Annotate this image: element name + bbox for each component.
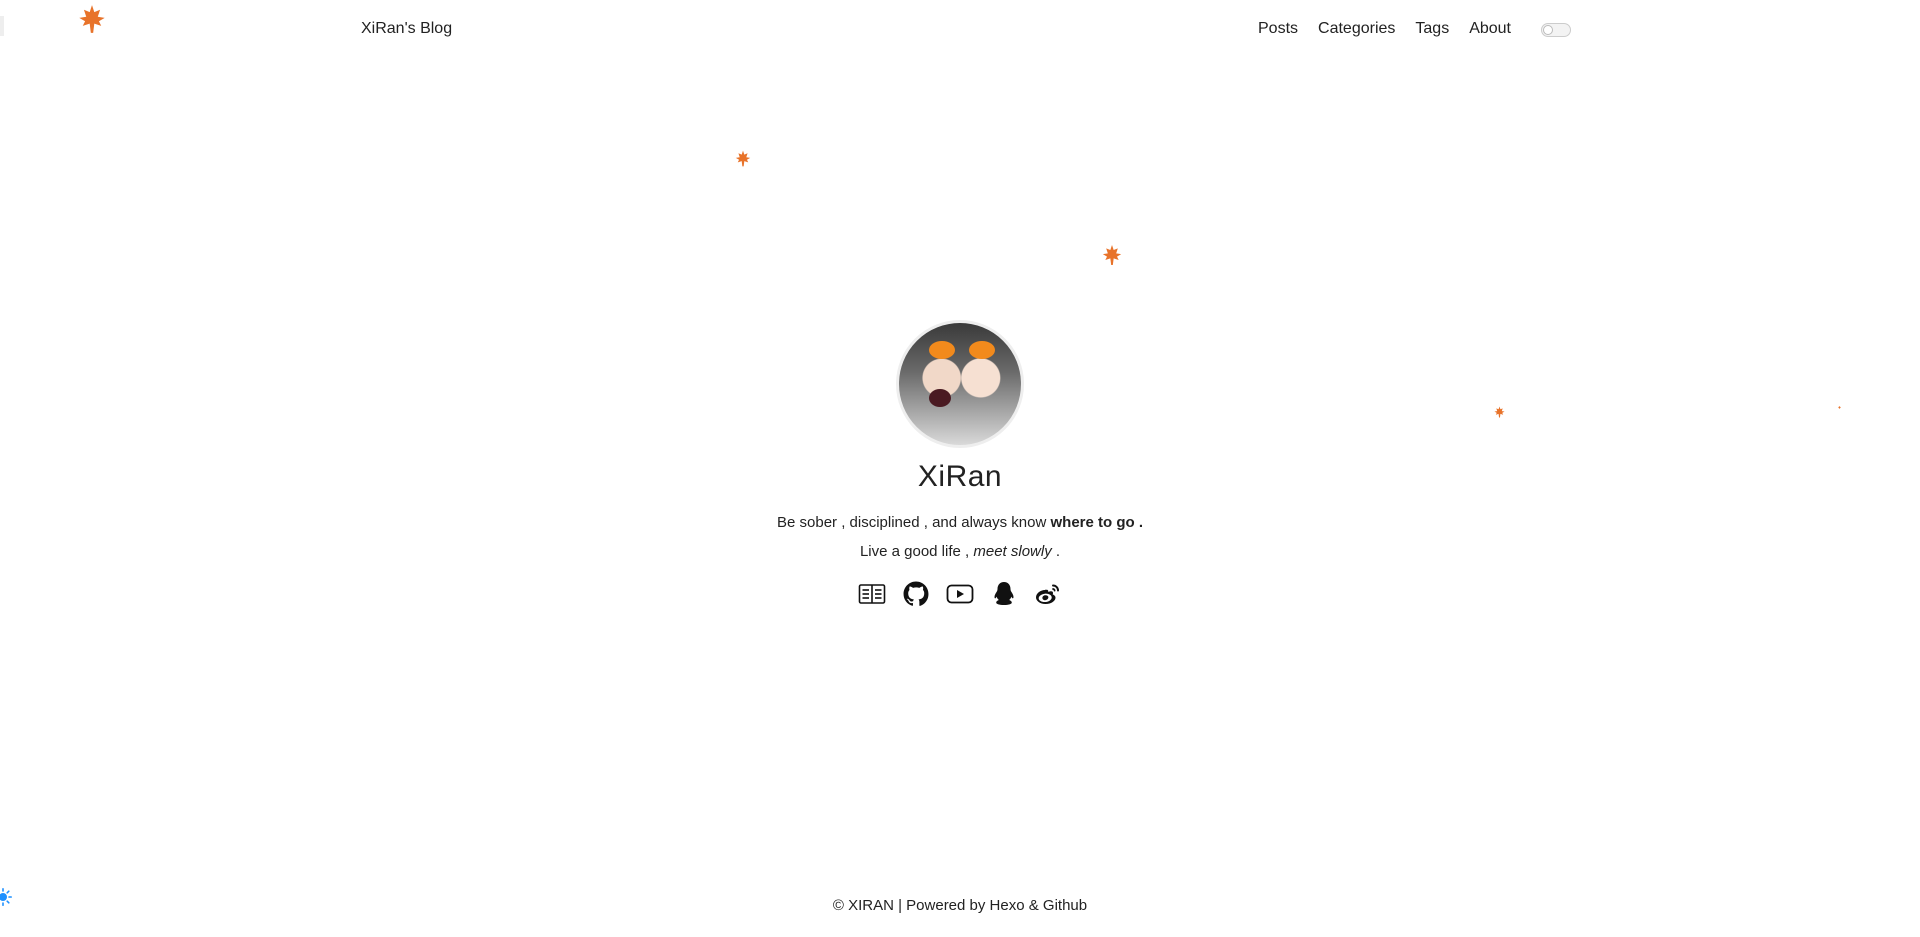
bio-line-2-italic: meet slowly xyxy=(973,543,1052,560)
profile-bio: Be sober , disciplined , and always know… xyxy=(0,508,1920,566)
avatar xyxy=(896,320,1024,448)
site-header: XiRan's Blog Posts Categories Tags About xyxy=(0,0,1920,60)
bio-line-2-suffix: . xyxy=(1051,543,1061,560)
bio-line-2: Live a good life , meet slowly . xyxy=(0,537,1920,566)
maple-leaf-icon xyxy=(1102,245,1122,265)
main-nav: Posts Categories Tags About xyxy=(1258,20,1511,38)
qq-icon[interactable] xyxy=(990,580,1018,608)
site-footer: © XIRAN | Powered by Hexo & Github xyxy=(832,897,1088,914)
toggle-knob xyxy=(1543,25,1553,35)
bio-line-1: Be sober , disciplined , and always know… xyxy=(0,508,1920,537)
avatar-detail xyxy=(929,389,951,407)
nav-about[interactable]: About xyxy=(1469,20,1511,38)
theme-toggle-switch[interactable] xyxy=(1541,23,1571,37)
nav-tags[interactable]: Tags xyxy=(1415,20,1449,38)
maple-leaf-icon xyxy=(735,150,751,167)
nav-categories[interactable]: Categories xyxy=(1318,20,1395,38)
weibo-icon[interactable] xyxy=(1034,580,1062,608)
bio-line-2-text: Live a good life , xyxy=(859,543,974,560)
site-title-link[interactable]: XiRan's Blog xyxy=(361,20,452,38)
profile-name: XiRan xyxy=(917,460,1003,493)
profile-section: XiRan Be sober , disciplined , and alway… xyxy=(0,320,1920,608)
book-icon[interactable] xyxy=(858,580,886,608)
bio-line-1-bold: where to go . xyxy=(1050,514,1143,531)
social-links xyxy=(0,580,1920,608)
avatar-detail xyxy=(929,341,955,359)
nav-posts[interactable]: Posts xyxy=(1258,20,1298,38)
page: XiRan's Blog Posts Categories Tags About… xyxy=(0,0,1920,937)
bio-line-1-text: Be sober , disciplined , and always know xyxy=(777,514,1051,531)
sun-icon[interactable] xyxy=(0,888,12,906)
github-icon[interactable] xyxy=(902,580,930,608)
avatar-detail xyxy=(969,341,995,359)
youtube-icon[interactable] xyxy=(946,580,974,608)
